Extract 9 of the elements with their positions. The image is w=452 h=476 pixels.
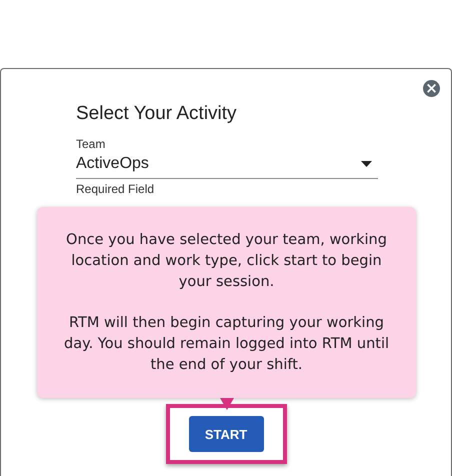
helper-text: Required Field <box>76 182 156 196</box>
team-select[interactable]: ActiveOps <box>76 155 378 179</box>
caret-icon <box>361 161 372 167</box>
dialog-title: Select Your Activity <box>76 103 238 125</box>
close-button[interactable]: × <box>423 80 440 97</box>
tooltip-text: Once you have selected your team, working location and work type, click start to begin your session. <box>65 230 388 292</box>
field-label: Team <box>76 137 106 151</box>
tooltip-text: RTM will then begin capturing your working day. You should remain logged into RTM until the end of your shift. <box>62 314 390 374</box>
start-button[interactable]: START <box>188 416 264 452</box>
